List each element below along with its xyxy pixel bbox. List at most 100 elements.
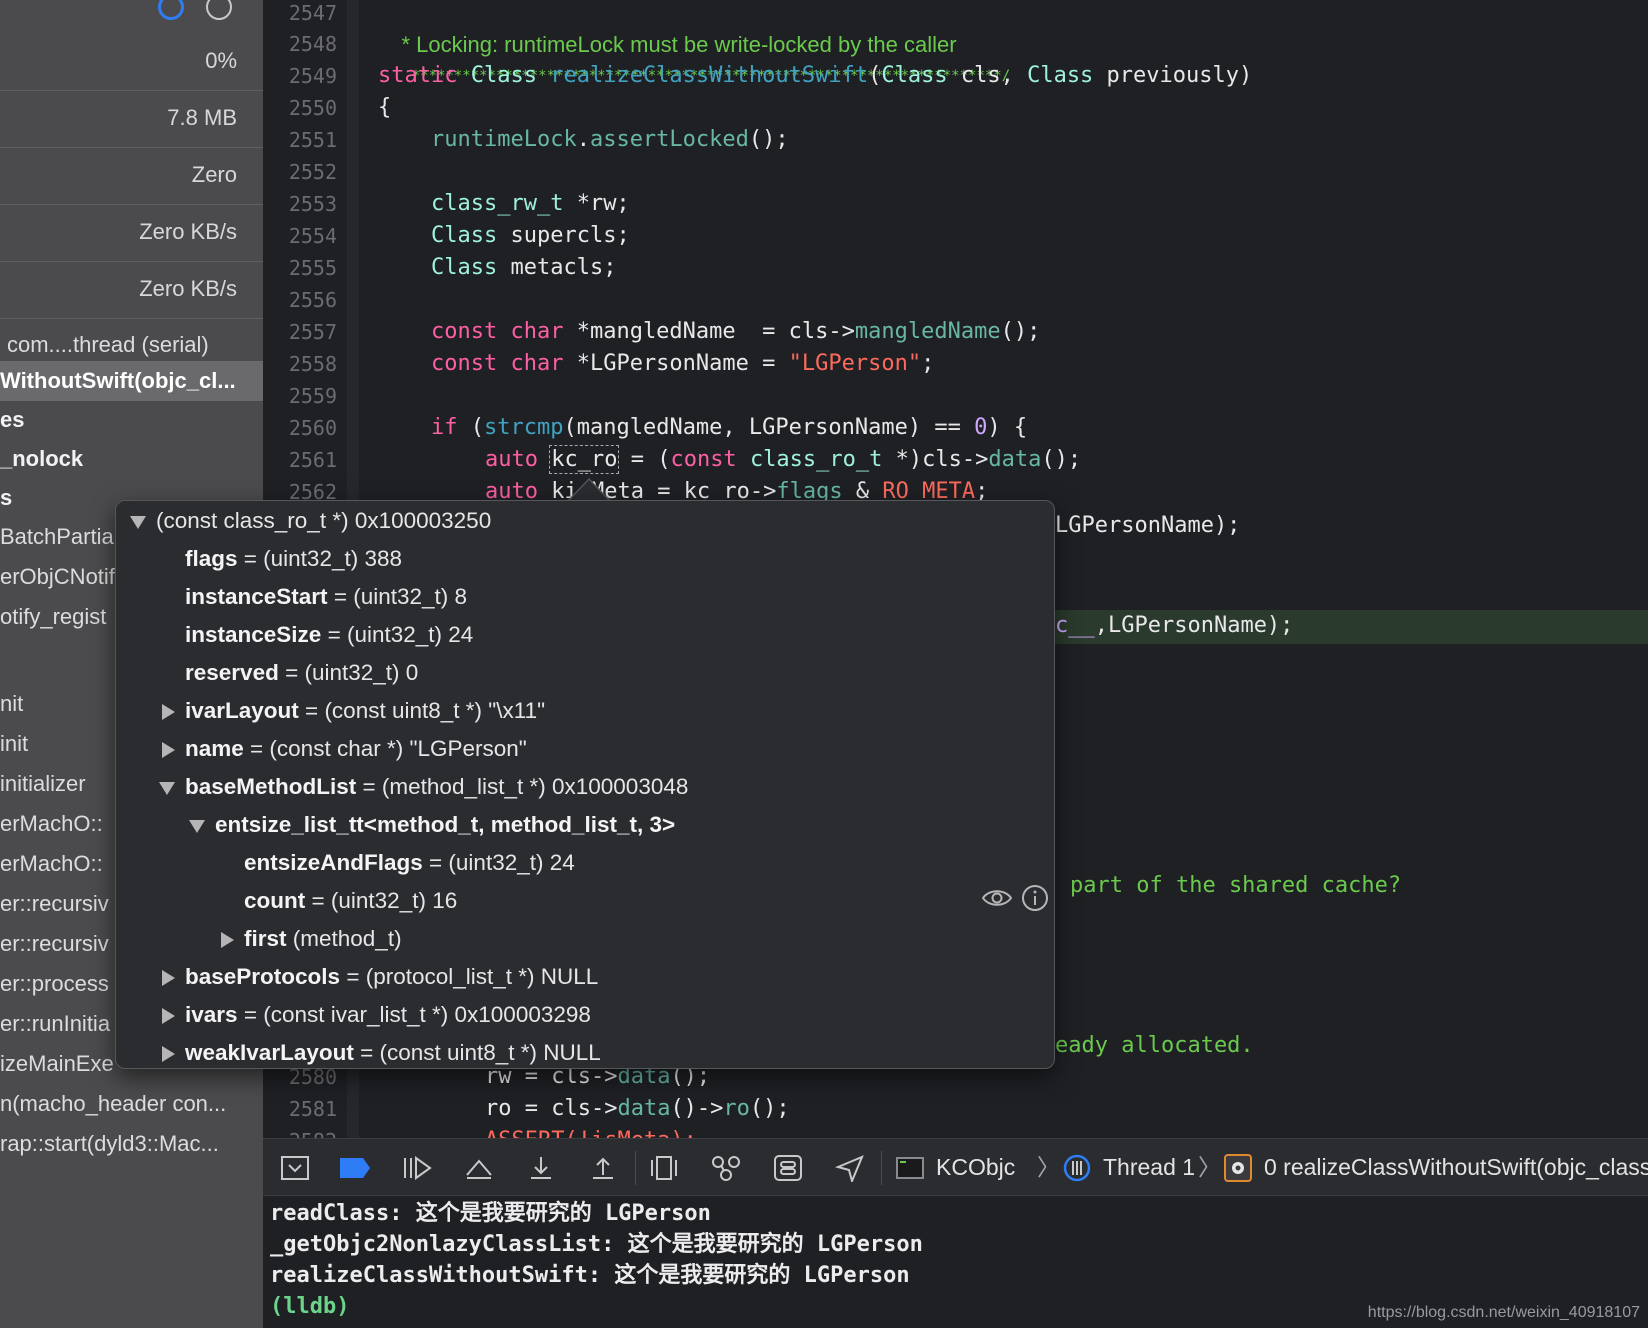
code-text: . (576, 127, 590, 152)
member-row[interactable]: first (method_t) (221, 920, 402, 958)
environment-overrides-icon[interactable] (771, 1151, 805, 1185)
code-text: ()-> (670, 1096, 724, 1121)
member-row[interactable]: entsizeAndFlags = (uint32_t) 24 (244, 844, 575, 882)
code-text: ( (457, 415, 484, 440)
code-line[interactable]: ro = cls->data()->ro(); (485, 1093, 790, 1125)
disclosure-down-icon[interactable] (130, 515, 146, 529)
code-line[interactable]: static Class realizeClassWithoutSwift(Cl… (378, 60, 1252, 92)
member-name: entsizeAndFlags (244, 850, 423, 875)
comment-fragment: eady allocated. (1055, 1030, 1254, 1062)
step-out-icon[interactable] (586, 1151, 620, 1185)
member-row[interactable]: weakIvarLayout = (const uint8_t *) NULL (162, 1034, 601, 1068)
function-name: data (988, 447, 1042, 472)
member-row[interactable]: ivars = (const ivar_list_t *) 0x10000329… (162, 996, 591, 1034)
stack-frame[interactable]: es (0, 400, 263, 440)
line-number: 2550 (288, 96, 337, 120)
disclosure-right-icon[interactable] (162, 704, 175, 721)
continue-icon[interactable] (400, 1151, 434, 1185)
function-name: assertLocked (589, 127, 749, 152)
disclosure-right-icon[interactable] (221, 932, 234, 949)
stack-frame[interactable]: _nolock (0, 439, 263, 479)
app-target-icon (893, 1151, 927, 1185)
member-row[interactable]: ivarLayout = (const uint8_t *) "\x11" (162, 692, 545, 730)
disclosure-right-icon[interactable] (162, 1008, 175, 1025)
step-over-icon[interactable] (462, 1151, 496, 1185)
code-line[interactable]: Class supercls; (431, 220, 630, 252)
member-row[interactable]: reserved = (uint32_t) 0 (185, 654, 418, 692)
info-icon[interactable] (1021, 884, 1049, 912)
memory-gauge[interactable]: 7.8 MB (0, 91, 263, 148)
breakpoints-toggle-icon[interactable] (338, 1151, 372, 1185)
memory-graph-icon[interactable] (709, 1151, 743, 1185)
breadcrumb-target[interactable]: KCObjc (936, 1139, 1015, 1195)
eye-icon[interactable] (981, 886, 1013, 910)
lldb-prompt[interactable]: (lldb) (270, 1291, 349, 1323)
stack-frame[interactable]: rap::start(dyld3::Mac... (0, 1124, 263, 1164)
identifier: runtimeLock (431, 127, 577, 152)
member-value: = (uint32_t) 8 (327, 584, 468, 609)
member-row[interactable]: flags = (uint32_t) 388 (185, 540, 402, 578)
keyword: if (431, 415, 458, 440)
code-line[interactable]: Class metacls; (431, 252, 616, 284)
line-number: 2560 (288, 416, 337, 440)
step-into-icon[interactable] (524, 1151, 558, 1185)
code-text: ) { (987, 415, 1028, 440)
code-line[interactable]: const char *LGPersonName = "LGPerson"; (431, 348, 934, 380)
line-number: 2557 (288, 320, 337, 344)
thread-icon[interactable] (206, 0, 232, 20)
string-literal: "LGPerson" (788, 351, 922, 376)
line-number: 2555 (288, 256, 337, 280)
member-row[interactable]: name = (const char *) "LGPerson" (162, 730, 527, 768)
tree-root-row[interactable]: (const class_ro_t *) 0x100003250 (130, 502, 491, 540)
member-row[interactable]: baseProtocols = (protocol_list_t *) NULL (162, 958, 598, 996)
type-name: Class (431, 255, 498, 280)
disclosure-right-icon[interactable] (162, 970, 175, 987)
network-gauge[interactable]: Zero KB/s (0, 262, 263, 319)
member-row[interactable]: instanceStart = (uint32_t) 8 (185, 578, 467, 616)
hide-debug-area-icon[interactable] (278, 1151, 312, 1185)
stack-frame[interactable]: n(macho_header con... (0, 1084, 263, 1124)
breadcrumb-thread[interactable]: Thread 1 (1103, 1139, 1195, 1195)
code-line[interactable]: auto kc_ro = (const class_ro_t *)cls->da… (485, 444, 1081, 476)
simulate-location-icon[interactable] (833, 1151, 867, 1185)
code-text: c__ (1055, 613, 1095, 638)
member-row[interactable]: count = (uint32_t) 16 (244, 882, 457, 920)
code-line[interactable]: runtimeLock.assertLocked(); (431, 124, 789, 156)
hovered-variable[interactable]: kc_ro (549, 445, 620, 474)
disclosure-down-icon[interactable] (159, 781, 175, 795)
code-line[interactable]: if (strcmp(mangledName, LGPersonName) ==… (431, 412, 1027, 444)
cpu-gauge[interactable]: 0% (0, 34, 263, 91)
keyword: auto (485, 447, 538, 472)
code-line[interactable]: { (378, 92, 391, 124)
keyword: static (378, 63, 458, 88)
cpu-value: 0% (205, 48, 237, 73)
member-value: = (const uint8_t *) NULL (353, 1040, 601, 1065)
code-text: { (378, 95, 392, 120)
breadcrumb-frame[interactable]: 0 realizeClassWithoutSwift(objc_class (1264, 1139, 1648, 1195)
energy-gauge[interactable]: Zero (0, 148, 263, 205)
member-value: = (uint32_t) 16 (305, 888, 458, 913)
keyword: char (510, 319, 564, 344)
member-row[interactable]: instanceSize = (uint32_t) 24 (185, 616, 473, 654)
code-line[interactable]: ****************************************… (378, 28, 1010, 84)
code-fragment: c__,LGPersonName); (1055, 610, 1293, 642)
code-line[interactable]: * Locking: runtimeLock must be write-loc… (377, 0, 956, 57)
disclosure-down-icon[interactable] (189, 819, 205, 833)
member-row[interactable]: entsize_list_tt<method_t, method_list_t,… (189, 806, 675, 844)
comment-fragment: part of the shared cache? (1070, 870, 1401, 902)
code-line[interactable]: const char *mangledName = cls->mangledNa… (431, 316, 1040, 348)
stack-frame-selected[interactable]: WithoutSwift(objc_cl... (0, 361, 263, 401)
variable-inspector-popover[interactable]: (const class_ro_t *) 0x100003250 flags =… (115, 500, 1055, 1069)
disk-gauge[interactable]: Zero KB/s (0, 205, 263, 262)
disclosure-right-icon[interactable] (162, 1046, 175, 1063)
view-debugger-icon[interactable] (647, 1151, 681, 1185)
member-row[interactable]: baseMethodList = (method_list_t *) 0x100… (159, 768, 688, 806)
thread-icon (1060, 1151, 1094, 1185)
member-value: = (uint32_t) 24 (422, 850, 575, 875)
disclosure-right-icon[interactable] (162, 742, 175, 759)
code-line[interactable]: class_rw_t *rw; (431, 188, 630, 220)
debug-console[interactable]: readClass: 这个是我要研究的 LGPerson _getObjc2No… (263, 1196, 1648, 1328)
member-value: = (uint32_t) 0 (278, 660, 419, 685)
gauge-icon[interactable] (158, 0, 184, 20)
code-line[interactable]: ASSERT(!isMeta); (485, 1125, 697, 1138)
